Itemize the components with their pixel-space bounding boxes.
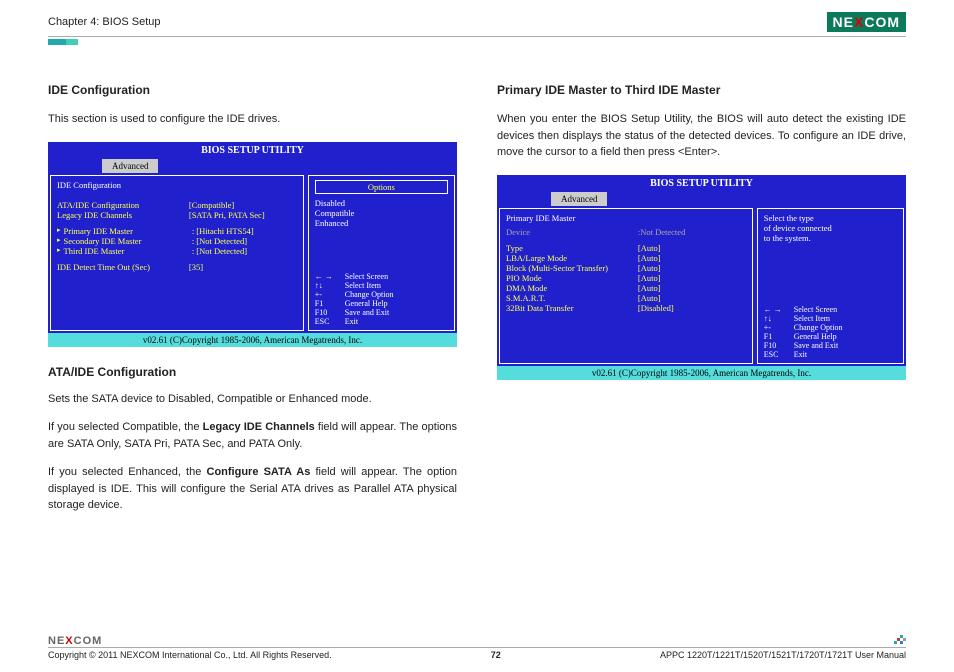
left-column: IDE Configuration This section is used t… bbox=[48, 83, 457, 526]
bios1-title: BIOS SETUP UTILITY bbox=[48, 142, 457, 159]
bios2-hint-1: Select the type bbox=[764, 213, 897, 223]
ide-config-heading: IDE Configuration bbox=[48, 83, 457, 97]
bios1-primary-master: Primary IDE Master bbox=[64, 226, 192, 236]
bios2-smart: S.M.A.R.T. bbox=[506, 293, 638, 303]
page-footer: NEXCOM Copyright © 2011 NEXCOM Internati… bbox=[48, 635, 906, 660]
bios2-pio: PIO Mode bbox=[506, 273, 638, 283]
bios2-title: BIOS SETUP UTILITY bbox=[497, 175, 906, 192]
nexcom-logo: NEXCOM bbox=[827, 12, 906, 32]
header-accent-bar bbox=[48, 39, 78, 45]
bios1-opt-compatible: Compatible bbox=[315, 208, 448, 218]
pixel-icon bbox=[894, 635, 906, 647]
bios1-legacy-channels: Legacy IDE Channels bbox=[57, 210, 189, 220]
ata-ide-config-p1: Sets the SATA device to Disabled, Compat… bbox=[48, 391, 457, 408]
bios2-device: Device bbox=[506, 227, 638, 237]
primary-ide-heading: Primary IDE Master to Third IDE Master bbox=[497, 83, 906, 97]
bios2-block: Block (Multi-Sector Transfer) bbox=[506, 263, 638, 273]
bios2-hint-2: of device connected bbox=[764, 223, 897, 233]
bios1-opt-enhanced: Enhanced bbox=[315, 218, 448, 228]
bios1-secondary-master: Secondary IDE Master bbox=[64, 236, 192, 246]
bios2-type: Type bbox=[506, 243, 638, 253]
ata-ide-config-p3: If you selected Enhanced, the Configure … bbox=[48, 464, 457, 514]
bios2-hint-3: to the system. bbox=[764, 233, 897, 243]
bios1-detect-timeout: IDE Detect Time Out (Sec) bbox=[57, 262, 189, 272]
manual-title: APPC 1220T/1221T/1520T/1521T/1720T/1721T… bbox=[660, 650, 906, 660]
bios1-help-keys: ← →Select Screen ↑↓Select Item +-Change … bbox=[315, 272, 448, 326]
primary-ide-desc: When you enter the BIOS Setup Utility, t… bbox=[497, 111, 906, 161]
bios2-footer: v02.61 (C)Copyright 1985-2006, American … bbox=[497, 366, 906, 380]
bios1-third-master: Third IDE Master bbox=[64, 246, 192, 256]
bios1-ata-ide-config: ATA/IDE Configuration bbox=[57, 200, 189, 210]
footer-logo: NEXCOM bbox=[48, 635, 102, 647]
bios2-help-keys: ← →Select Screen ↑↓Select Item +-Change … bbox=[764, 305, 897, 359]
bios1-section: IDE Configuration bbox=[57, 180, 297, 190]
copyright-text: Copyright © 2011 NEXCOM International Co… bbox=[48, 650, 332, 660]
right-column: Primary IDE Master to Third IDE Master W… bbox=[497, 83, 906, 526]
bios2-lba: LBA/Large Mode bbox=[506, 253, 638, 263]
ata-ide-config-heading: ATA/IDE Configuration bbox=[48, 365, 457, 379]
bios1-tab-advanced: Advanced bbox=[102, 159, 158, 173]
bios2-32bit: 32Bit Data Transfer bbox=[506, 303, 638, 313]
bios2-dma: DMA Mode bbox=[506, 283, 638, 293]
page-number: 72 bbox=[491, 650, 501, 660]
ide-config-desc: This section is used to configure the ID… bbox=[48, 111, 457, 128]
ata-ide-config-p2: If you selected Compatible, the Legacy I… bbox=[48, 419, 457, 452]
bios-screenshot-2: BIOS SETUP UTILITY Advanced Primary IDE … bbox=[497, 175, 906, 380]
bios1-opt-disabled: Disabled bbox=[315, 198, 448, 208]
bios-screenshot-1: BIOS SETUP UTILITY Advanced IDE Configur… bbox=[48, 142, 457, 347]
chapter-title: Chapter 4: BIOS Setup bbox=[48, 16, 161, 28]
bios1-options-label: Options bbox=[315, 180, 448, 194]
bios1-footer: v02.61 (C)Copyright 1985-2006, American … bbox=[48, 333, 457, 347]
bios2-tab-advanced: Advanced bbox=[551, 192, 607, 206]
bios2-section: Primary IDE Master bbox=[506, 213, 746, 223]
